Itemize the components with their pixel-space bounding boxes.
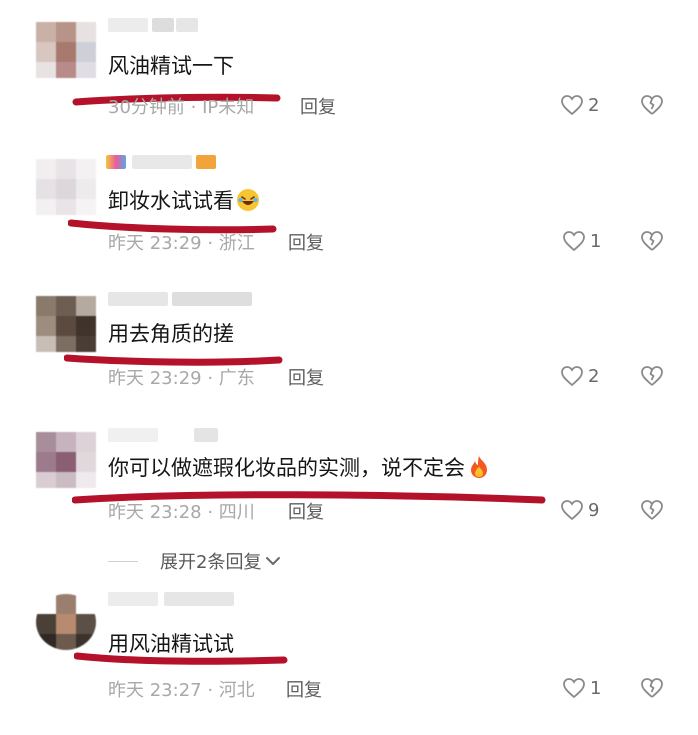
reply-button[interactable]: 回复 (288, 364, 324, 390)
comment-text: 用去角质的搓 (108, 322, 234, 346)
avatar[interactable] (36, 594, 96, 650)
like-button[interactable]: 9 (560, 499, 599, 521)
like-count: 1 (590, 677, 602, 699)
like-button[interactable]: 1 (562, 677, 601, 699)
broken-heart-icon (641, 500, 663, 520)
reply-button[interactable]: 回复 (288, 498, 324, 524)
avatar[interactable] (36, 432, 96, 488)
avatar[interactable] (36, 296, 96, 352)
comment-text: 你可以做遮瑕化妆品的实测，说不定会 (108, 454, 491, 482)
rolling-laughing-icon (237, 189, 259, 211)
divider (108, 560, 138, 562)
chevron-down-icon (266, 557, 281, 565)
avatar[interactable] (36, 159, 96, 215)
comment-meta: 30分钟前 · IP未知 (108, 97, 255, 118)
heart-icon (563, 231, 585, 252)
dislike-button[interactable] (640, 230, 664, 252)
broken-heart-icon (641, 678, 663, 698)
like-button[interactable]: 1 (562, 230, 601, 252)
reply-button[interactable]: 回复 (288, 229, 324, 255)
dislike-button[interactable] (640, 365, 664, 387)
like-count: 2 (588, 365, 600, 387)
comment-text: 卸妆水试试看 (108, 187, 260, 215)
fire-icon (471, 456, 487, 478)
heart-icon (561, 500, 583, 521)
dislike-button[interactable] (640, 94, 664, 116)
reply-button[interactable]: 回复 (300, 93, 336, 119)
highlight-underline (74, 652, 288, 665)
heart-icon (563, 678, 585, 699)
like-count: 1 (590, 230, 602, 252)
heart-icon (561, 366, 583, 387)
broken-heart-icon (641, 95, 663, 115)
dislike-button[interactable] (640, 499, 664, 521)
expand-replies-button[interactable]: 展开2条回复 (108, 548, 281, 574)
comment-text: 风油精试一下 (108, 54, 234, 78)
expand-replies-label: 展开2条回复 (160, 552, 262, 573)
like-count: 9 (588, 499, 600, 521)
comment-meta: 昨天 23:27 · 河北 (108, 680, 255, 701)
reply-button[interactable]: 回复 (286, 676, 322, 702)
like-count: 2 (588, 94, 600, 116)
broken-heart-icon (641, 366, 663, 386)
avatar[interactable] (36, 22, 96, 78)
like-button[interactable]: 2 (560, 94, 599, 116)
comment-meta: 昨天 23:29 · 浙江 (108, 233, 255, 254)
comment-meta: 昨天 23:28 · 四川 (108, 502, 255, 523)
heart-icon (561, 95, 583, 116)
comment-meta: 昨天 23:29 · 广东 (108, 368, 255, 389)
dislike-button[interactable] (640, 677, 664, 699)
broken-heart-icon (641, 231, 663, 251)
like-button[interactable]: 2 (560, 365, 599, 387)
